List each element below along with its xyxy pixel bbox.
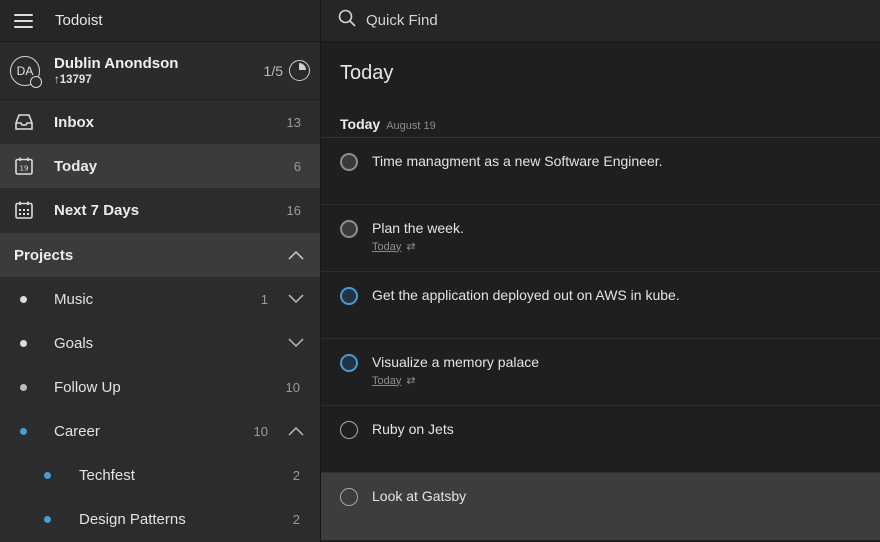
recurring-icon: ⇄: [406, 241, 416, 253]
quick-find-bar[interactable]: Quick Find: [321, 0, 880, 42]
task-content[interactable]: Visualize a memory palace: [372, 353, 539, 371]
project-color-dot: [20, 295, 27, 303]
nav-item-count: 13: [286, 114, 301, 130]
project-label: Design Patterns: [79, 510, 186, 528]
task-due-date[interactable]: Today: [372, 375, 401, 387]
inbox-icon: [14, 112, 34, 132]
task-body: Plan the week. Today ⇄: [372, 220, 464, 253]
search-input[interactable]: Quick Find: [366, 12, 438, 29]
search-icon: [338, 9, 356, 32]
project-item-music[interactable]: Music 1: [0, 277, 320, 321]
task-checkbox[interactable]: [340, 220, 358, 238]
user-info: Dublin Anondson ↑13797: [54, 55, 264, 87]
task-checkbox[interactable]: [340, 488, 358, 506]
projects-header[interactable]: Projects: [0, 233, 320, 277]
hamburger-menu-icon[interactable]: [14, 13, 33, 28]
user-name: Dublin Anondson: [54, 54, 179, 72]
calendar-today-icon: 19: [14, 156, 34, 176]
section-title: Today: [340, 116, 381, 132]
task-due-date[interactable]: Today: [372, 241, 401, 253]
task-body: Time managment as a new Software Enginee…: [372, 153, 663, 170]
task-body: Ruby on Jets: [372, 421, 454, 438]
project-color-dot: [20, 427, 27, 435]
project-count: 10: [253, 423, 268, 439]
nav-item-label: Inbox: [54, 113, 94, 131]
task-content[interactable]: Plan the week.: [372, 219, 464, 237]
task-body: Look at Gatsby: [372, 488, 466, 505]
project-label: Goals: [54, 334, 94, 352]
project-count: 1: [260, 291, 268, 307]
task-meta: Today ⇄: [372, 240, 464, 254]
project-item-design-patterns[interactable]: Design Patterns 2: [0, 497, 320, 541]
calendar-week-icon: [14, 200, 34, 220]
task-row[interactable]: Get the application deployed out on AWS …: [321, 272, 880, 339]
project-item-follow-up[interactable]: Follow Up 10: [0, 365, 320, 409]
nav-item-today[interactable]: 19 Today 6: [0, 144, 320, 188]
project-count: 2: [292, 467, 300, 483]
project-count: 10: [285, 379, 300, 395]
project-item-career[interactable]: Career 10: [0, 409, 320, 453]
task-row[interactable]: Time managment as a new Software Enginee…: [321, 138, 880, 205]
app-title: Todoist: [55, 12, 103, 29]
user-karma: ↑13797: [54, 73, 92, 86]
avatar-initials: DA: [16, 63, 34, 78]
avatar-status-icon: [30, 75, 42, 88]
task-content[interactable]: Look at Gatsby: [372, 487, 466, 505]
task-list: Time managment as a new Software Enginee…: [321, 138, 880, 540]
task-checkbox[interactable]: [340, 354, 358, 372]
project-color-dot: [20, 339, 27, 347]
chevron-down-icon[interactable]: [286, 289, 306, 309]
project-color-dot: [44, 471, 51, 479]
task-checkbox[interactable]: [340, 287, 358, 305]
project-color-dot: [44, 515, 51, 523]
section-date: August 19: [386, 120, 436, 132]
chevron-up-icon[interactable]: [286, 421, 306, 441]
task-content[interactable]: Get the application deployed out on AWS …: [372, 286, 680, 304]
project-label: Music: [54, 290, 94, 308]
section-header: Today August 19: [321, 116, 880, 138]
view-title: Today: [340, 62, 394, 84]
goal-progress-icon[interactable]: [289, 60, 310, 81]
task-body: Get the application deployed out on AWS …: [372, 287, 680, 304]
project-item-goals[interactable]: Goals: [0, 321, 320, 365]
chevron-up-icon[interactable]: [286, 245, 306, 265]
task-checkbox[interactable]: [340, 421, 358, 439]
user-profile[interactable]: DA Dublin Anondson ↑13797 1/5: [0, 42, 320, 100]
sidebar: Todoist DA Dublin Anondson ↑13797 1/5 In…: [0, 0, 320, 542]
projects-label: Projects: [14, 246, 74, 264]
app-header: Todoist: [0, 0, 320, 42]
project-item-techfest[interactable]: Techfest 2: [0, 453, 320, 497]
task-row[interactable]: Look at Gatsby: [321, 473, 880, 540]
chevron-down-icon[interactable]: [286, 333, 306, 353]
task-content[interactable]: Time managment as a new Software Enginee…: [372, 152, 663, 170]
main-pane: Quick Find Today Today August 19 Time ma…: [321, 0, 880, 542]
project-list: Music 1 Goals Follow Up 10 Career 10 Techfest 2 D…: [0, 277, 320, 541]
project-label: Career: [54, 422, 100, 440]
task-row[interactable]: Plan the week. Today ⇄: [321, 205, 880, 272]
avatar[interactable]: DA: [10, 55, 42, 88]
recurring-icon: ⇄: [406, 375, 416, 387]
svg-text:19: 19: [20, 165, 29, 173]
nav-item-next-7-days[interactable]: Next 7 Days 16: [0, 188, 320, 232]
nav-item-label: Today: [54, 157, 98, 175]
project-color-dot: [20, 383, 27, 391]
task-content[interactable]: Ruby on Jets: [372, 420, 454, 438]
nav-item-count: 16: [286, 202, 301, 218]
task-row[interactable]: Ruby on Jets: [321, 406, 880, 473]
task-row[interactable]: Visualize a memory palace Today ⇄: [321, 339, 880, 406]
nav-list: Inbox 13 19 Today 6 Next 7 Days 16: [0, 100, 320, 232]
task-meta: Today ⇄: [372, 374, 539, 388]
nav-item-label: Next 7 Days: [54, 201, 140, 219]
task-body: Visualize a memory palace Today ⇄: [372, 354, 539, 387]
project-label: Techfest: [79, 466, 135, 484]
project-count: 2: [292, 511, 300, 527]
task-checkbox[interactable]: [340, 153, 358, 171]
nav-item-count: 6: [293, 158, 301, 174]
daily-goal-text: 1/5: [263, 62, 283, 79]
nav-item-inbox[interactable]: Inbox 13: [0, 100, 320, 144]
project-label: Follow Up: [54, 378, 121, 396]
